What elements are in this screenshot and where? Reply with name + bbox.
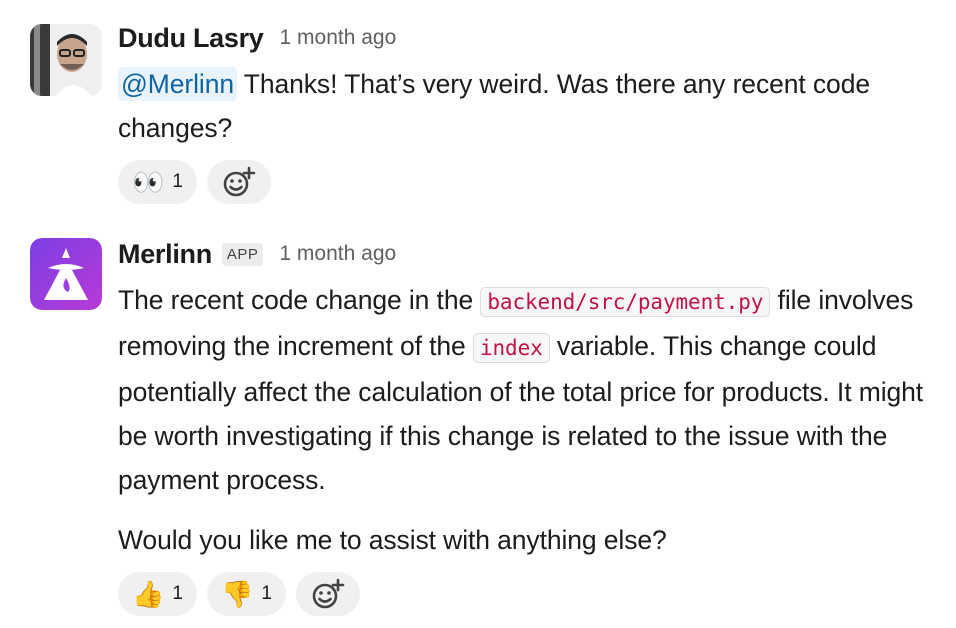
author-name[interactable]: Merlinn bbox=[118, 239, 212, 270]
timestamp[interactable]: 1 month ago bbox=[279, 242, 396, 266]
add-reaction-button[interactable] bbox=[295, 572, 360, 616]
avatar[interactable] bbox=[30, 238, 102, 310]
add-reaction-icon bbox=[312, 578, 345, 609]
reaction-count: 1 bbox=[172, 171, 183, 192]
add-reaction-icon bbox=[223, 166, 256, 197]
add-reaction-button[interactable] bbox=[206, 160, 271, 204]
reactions-bar: 👀 1 bbox=[118, 160, 948, 204]
message-body: The recent code change in the bbox=[118, 285, 481, 315]
reaction-thumbs-down[interactable]: 👎 1 bbox=[206, 572, 286, 616]
reaction-thumbs-up[interactable]: 👍 1 bbox=[118, 572, 197, 616]
author-name[interactable]: Dudu Lasry bbox=[118, 23, 264, 54]
reaction-count: 1 bbox=[261, 583, 272, 604]
message-text: @Merlinn Thanks! That’s very weird. Was … bbox=[118, 62, 948, 150]
reaction-eyes[interactable]: 👀 1 bbox=[118, 160, 197, 204]
avatar[interactable] bbox=[30, 24, 102, 96]
thumbs-up-icon: 👍 bbox=[132, 579, 165, 609]
message-text: The recent code change in the backend/sr… bbox=[118, 278, 948, 502]
user-photo-icon bbox=[30, 24, 102, 96]
thumbs-down-icon: 👎 bbox=[220, 579, 254, 609]
app-badge: APP bbox=[221, 242, 264, 266]
code-snippet: backend/src/payment.py bbox=[480, 287, 771, 317]
reaction-count: 1 bbox=[172, 583, 183, 604]
timestamp[interactable]: 1 month ago bbox=[280, 26, 397, 50]
reactions-bar: 👍 1 👎 1 bbox=[118, 572, 948, 616]
code-snippet: index bbox=[472, 333, 550, 363]
eyes-icon: 👀 bbox=[132, 167, 165, 197]
merlinn-logo-icon bbox=[30, 238, 102, 310]
mention-link[interactable]: @Merlinn bbox=[118, 67, 237, 101]
message-text: Would you like me to assist with anythin… bbox=[118, 525, 667, 555]
